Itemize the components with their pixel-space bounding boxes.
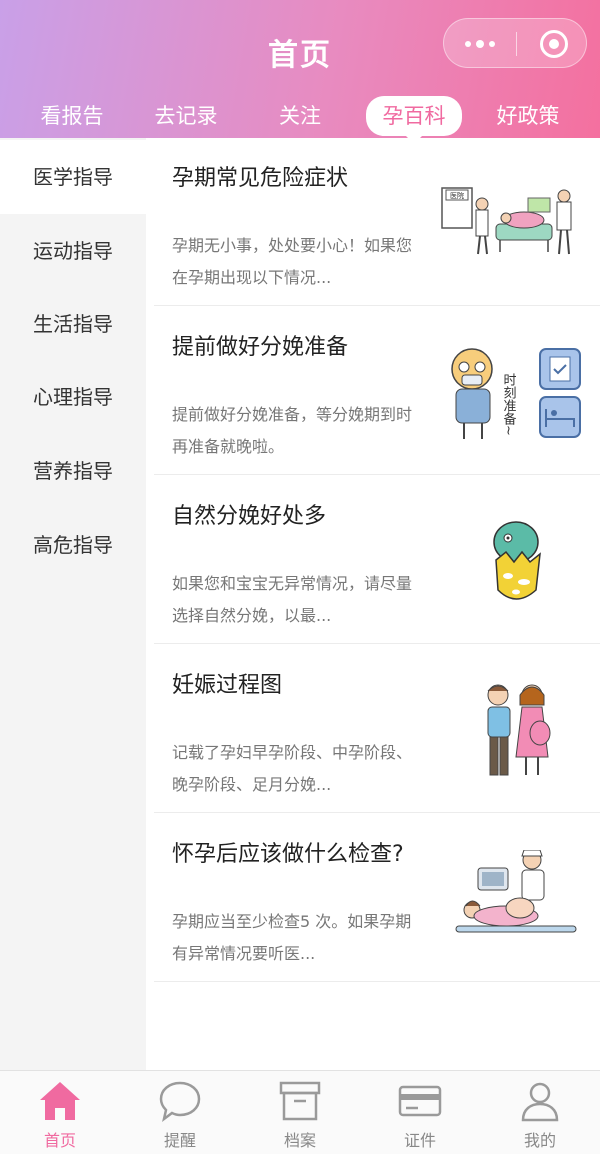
hospital-sign-text: 医院: [450, 191, 464, 200]
home-icon: [40, 1082, 80, 1120]
capsule-divider: [516, 32, 517, 56]
article-title: 提前做好分娩准备: [172, 335, 349, 360]
tabbar-item-archive[interactable]: 档案: [240, 1071, 360, 1154]
article-title: 孕期常见危险症状: [172, 166, 349, 191]
article-desc: 记载了孕妇早孕阶段、中孕阶段、晚孕阶段、足月分娩...: [172, 743, 413, 794]
article-desc: 如果您和宝宝无异常情况，请尽量选择自然分娩，以最...: [172, 574, 413, 625]
app-page: 首页 看报告 去记录 关注 孕百科 好政策 医学指导 运动指导 生活指导 心理指…: [0, 0, 600, 1154]
tab-pregnancy-wiki[interactable]: 孕百科: [366, 96, 462, 144]
mini-program-capsule: [443, 18, 587, 68]
article-desc: 孕期应当至少检查5 次。如果孕期有异常情况要听医...: [172, 912, 412, 963]
tab-follow[interactable]: 关注: [250, 96, 350, 136]
tab-good-policy[interactable]: 好政策: [478, 96, 578, 136]
tabbar-item-certificate[interactable]: 证件: [360, 1071, 480, 1154]
user-icon: [521, 1082, 559, 1122]
handwriting-text: 时刻准备~: [501, 373, 517, 436]
card-icon: [398, 1085, 442, 1117]
article-desc: 孕期无小事，处处要小心！如果您在孕期出现以下情况...: [172, 236, 413, 287]
tabbar-item-mine[interactable]: 我的: [480, 1071, 600, 1154]
header: 首页 看报告 去记录 关注 孕百科 好政策: [0, 0, 600, 144]
hospital-illustration: 医院: [441, 187, 572, 255]
tabbar-item-reminder[interactable]: 提醒: [120, 1071, 240, 1154]
article-card[interactable]: 妊娠过程图 记载了孕妇早孕阶段、中孕阶段、晚孕阶段、足月分娩...: [154, 645, 600, 813]
top-tabs: 看报告 去记录 关注 孕百科 好政策: [0, 96, 600, 144]
article-card[interactable]: 自然分娩好处多 如果您和宝宝无异常情况，请尽量选择自然分娩，以最...: [154, 476, 600, 644]
article-title: 妊娠过程图: [172, 673, 283, 698]
chat-bubble-icon: [159, 1081, 201, 1123]
sidebar-item-psychology[interactable]: 心理指导: [0, 360, 146, 434]
article-title: 怀孕后应该做什么检查?: [172, 842, 404, 867]
article-card[interactable]: 怀孕后应该做什么检查? 孕期应当至少检查5 次。如果孕期有异常情况要听医...: [154, 814, 600, 982]
more-dots-icon[interactable]: [444, 19, 516, 69]
tabbar-item-home[interactable]: 首页: [0, 1071, 120, 1154]
target-close-icon[interactable]: [540, 30, 568, 58]
sidebar-item-life[interactable]: 生活指导: [0, 287, 146, 361]
tabbar-label: 档案: [283, 1131, 316, 1150]
sidebar-item-high-risk[interactable]: 高危指导: [0, 508, 146, 582]
archive-box-icon: [279, 1081, 321, 1121]
prepare-illustration: 时刻准备~: [451, 348, 581, 439]
tabbar-label: 提醒: [163, 1131, 196, 1150]
article-card[interactable]: 提前做好分娩准备 提前做好分娩准备，等分娩期到时再准备就晚啦。 时刻准备~: [154, 307, 600, 475]
sidebar-item-nutrition[interactable]: 营养指导: [0, 434, 146, 508]
article-desc: 提前做好分娩准备，等分娩期到时再准备就晚啦。: [172, 405, 413, 456]
tab-view-report[interactable]: 看报告: [22, 96, 122, 136]
nurse-checkup-illustration: [455, 850, 577, 933]
article-list: 孕期常见危险症状 孕期无小事，处处要小心！如果您在孕期出现以下情况... 医院: [146, 138, 600, 1070]
tab-record[interactable]: 去记录: [136, 96, 236, 136]
article-card[interactable]: 孕期常见危险症状 孕期无小事，处处要小心！如果您在孕期出现以下情况... 医院: [154, 138, 600, 306]
hatching-egg-illustration: [493, 521, 541, 600]
couple-illustration: [487, 684, 551, 776]
sidebar-item-exercise[interactable]: 运动指导: [0, 214, 146, 288]
article-title: 自然分娩好处多: [172, 504, 327, 529]
tabbar-label: 我的: [523, 1131, 556, 1150]
category-sidebar: 医学指导 运动指导 生活指导 心理指导 营养指导 高危指导: [0, 138, 146, 1070]
bottom-tab-bar: 首页 提醒 档案 证件 我的: [0, 1070, 600, 1154]
sidebar-item-medical[interactable]: 医学指导: [0, 140, 146, 214]
tabbar-label: 首页: [43, 1131, 76, 1150]
tabbar-label: 证件: [403, 1131, 436, 1150]
